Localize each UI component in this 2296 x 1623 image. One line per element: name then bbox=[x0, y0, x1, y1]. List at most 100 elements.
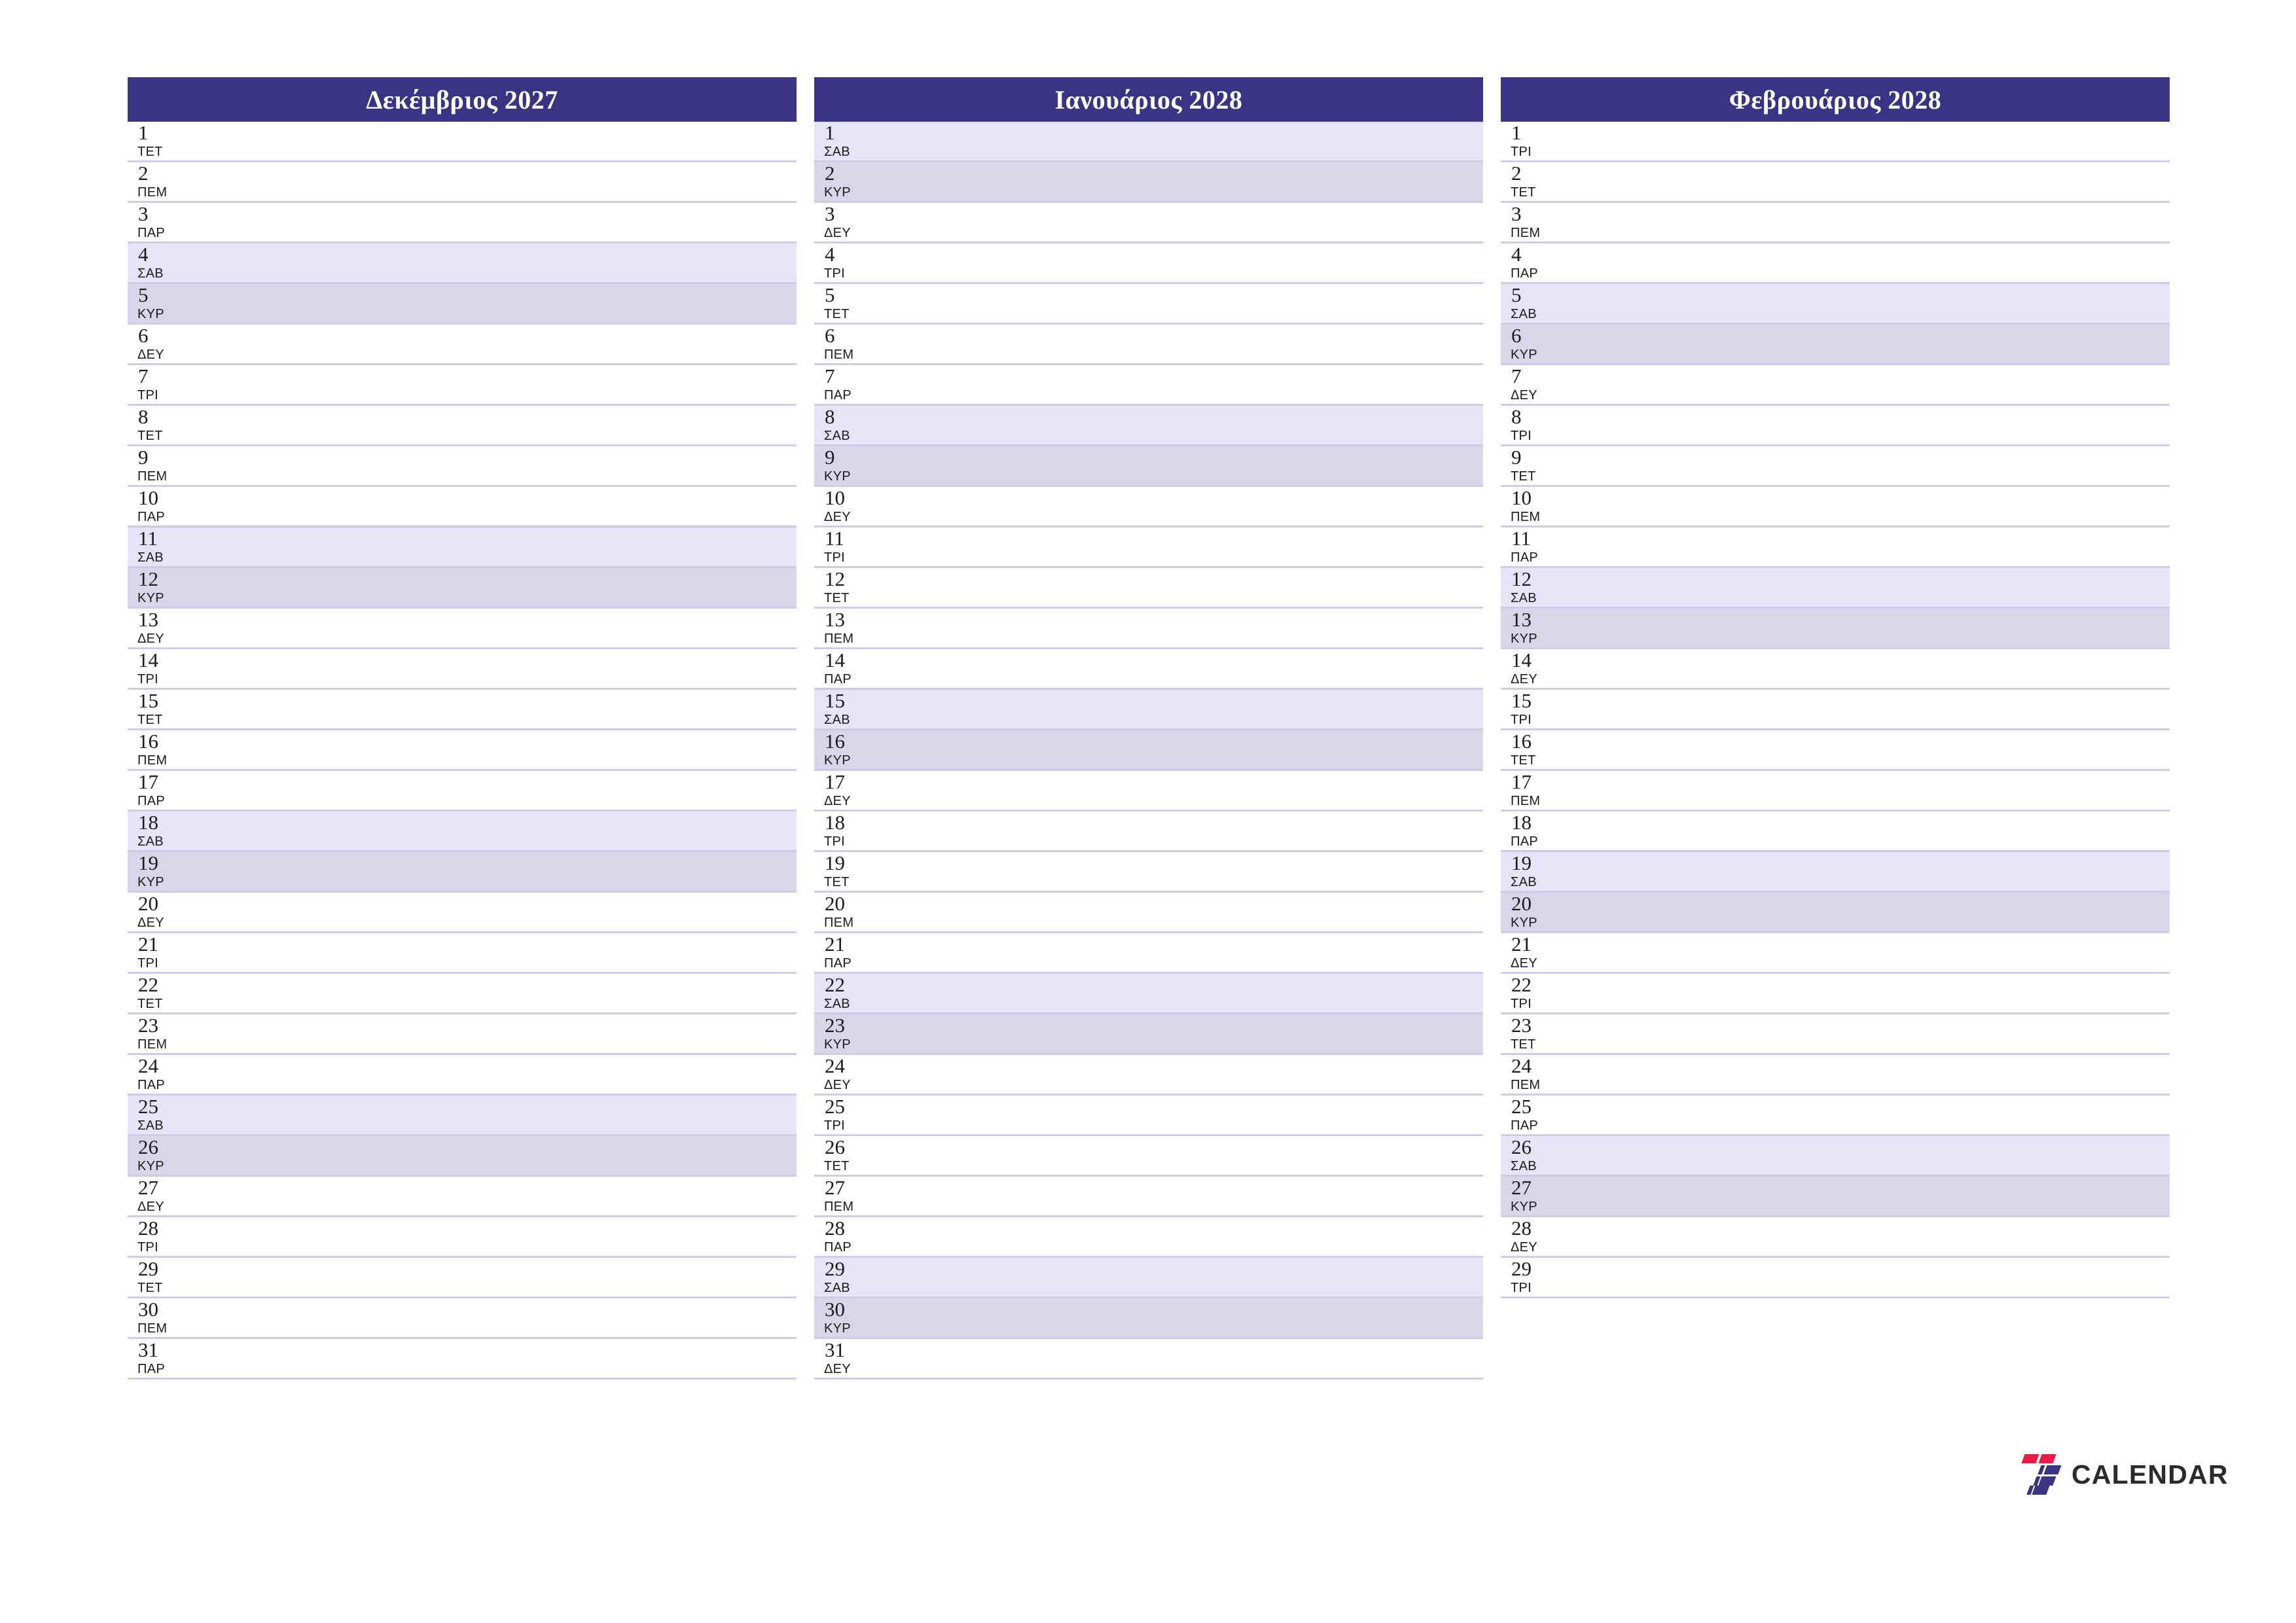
day-row[interactable]: 11 ΤΡΙ bbox=[814, 527, 1483, 568]
day-row[interactable]: 27 ΚΥΡ bbox=[1501, 1177, 2170, 1217]
day-row[interactable]: 19 ΚΥΡ bbox=[128, 852, 797, 893]
day-weekday-abbr: ΣΑΒ bbox=[1511, 875, 1537, 889]
day-row[interactable]: 7 ΠΑΡ bbox=[814, 365, 1483, 406]
day-row[interactable]: 17 ΠΕΜ bbox=[1501, 771, 2170, 812]
day-row[interactable]: 26 ΣΑΒ bbox=[1501, 1136, 2170, 1177]
day-row[interactable]: 1 ΤΕΤ bbox=[128, 122, 797, 162]
day-row[interactable]: 3 ΠΑΡ bbox=[128, 203, 797, 243]
day-row[interactable]: 18 ΣΑΒ bbox=[128, 812, 797, 852]
day-row[interactable]: 16 ΚΥΡ bbox=[814, 730, 1483, 771]
day-row[interactable]: 21 ΤΡΙ bbox=[128, 933, 797, 974]
day-row[interactable]: 6 ΚΥΡ bbox=[1501, 325, 2170, 365]
day-row[interactable]: 6 ΔΕΥ bbox=[128, 325, 797, 365]
day-row[interactable]: 28 ΤΡΙ bbox=[128, 1217, 797, 1258]
day-row[interactable]: 14 ΔΕΥ bbox=[1501, 649, 2170, 690]
day-row[interactable]: 23 ΠΕΜ bbox=[128, 1014, 797, 1055]
day-row[interactable]: 16 ΤΕΤ bbox=[1501, 730, 2170, 771]
day-row[interactable]: 17 ΠΑΡ bbox=[128, 771, 797, 812]
day-row[interactable]: 29 ΤΕΤ bbox=[128, 1258, 797, 1298]
day-row[interactable]: 30 ΚΥΡ bbox=[814, 1298, 1483, 1339]
day-row[interactable]: 31 ΠΑΡ bbox=[128, 1339, 797, 1380]
day-row[interactable]: 12 ΤΕΤ bbox=[814, 568, 1483, 609]
day-row[interactable]: 25 ΣΑΒ bbox=[128, 1096, 797, 1136]
day-row[interactable]: 14 ΠΑΡ bbox=[814, 649, 1483, 690]
day-row[interactable]: 2 ΤΕΤ bbox=[1501, 162, 2170, 203]
day-row[interactable]: 21 ΔΕΥ bbox=[1501, 933, 2170, 974]
day-row[interactable]: 22 ΣΑΒ bbox=[814, 974, 1483, 1014]
day-row[interactable]: 2 ΠΕΜ bbox=[128, 162, 797, 203]
day-row[interactable]: 20 ΚΥΡ bbox=[1501, 893, 2170, 933]
day-row[interactable]: 25 ΤΡΙ bbox=[814, 1096, 1483, 1136]
day-row[interactable]: 5 ΚΥΡ bbox=[128, 284, 797, 325]
day-row[interactable]: 13 ΔΕΥ bbox=[128, 609, 797, 649]
day-row[interactable]: 27 ΠΕΜ bbox=[814, 1177, 1483, 1217]
day-row[interactable]: 6 ΠΕΜ bbox=[814, 325, 1483, 365]
day-row[interactable]: 17 ΔΕΥ bbox=[814, 771, 1483, 812]
day-row[interactable]: 2 ΚΥΡ bbox=[814, 162, 1483, 203]
day-row[interactable]: 8 ΤΕΤ bbox=[128, 406, 797, 446]
day-row[interactable]: 20 ΠΕΜ bbox=[814, 893, 1483, 933]
day-weekday-abbr: ΤΕΤ bbox=[824, 307, 850, 321]
day-row[interactable]: 3 ΠΕΜ bbox=[1501, 203, 2170, 243]
day-row[interactable]: 18 ΤΡΙ bbox=[814, 812, 1483, 852]
day-row[interactable]: 26 ΤΕΤ bbox=[814, 1136, 1483, 1177]
day-row[interactable]: 23 ΤΕΤ bbox=[1501, 1014, 2170, 1055]
day-row[interactable]: 12 ΣΑΒ bbox=[1501, 568, 2170, 609]
day-row[interactable]: 31 ΔΕΥ bbox=[814, 1339, 1483, 1380]
day-row[interactable]: 25 ΠΑΡ bbox=[1501, 1096, 2170, 1136]
day-row[interactable]: 4 ΤΡΙ bbox=[814, 243, 1483, 284]
day-row[interactable]: 27 ΔΕΥ bbox=[128, 1177, 797, 1217]
day-row[interactable]: 9 ΤΕΤ bbox=[1501, 446, 2170, 487]
day-row[interactable]: 10 ΠΕΜ bbox=[1501, 487, 2170, 527]
day-row[interactable]: 5 ΣΑΒ bbox=[1501, 284, 2170, 325]
day-number: 19 bbox=[138, 851, 158, 874]
day-row[interactable]: 19 ΣΑΒ bbox=[1501, 852, 2170, 893]
day-row[interactable]: 24 ΠΑΡ bbox=[128, 1055, 797, 1096]
day-row[interactable]: 13 ΠΕΜ bbox=[814, 609, 1483, 649]
day-row[interactable]: 20 ΔΕΥ bbox=[128, 893, 797, 933]
day-row[interactable]: 22 ΤΡΙ bbox=[1501, 974, 2170, 1014]
day-row[interactable]: 7 ΤΡΙ bbox=[128, 365, 797, 406]
day-row[interactable]: 12 ΚΥΡ bbox=[128, 568, 797, 609]
day-row[interactable]: 15 ΤΡΙ bbox=[1501, 690, 2170, 730]
day-row[interactable]: 1 ΤΡΙ bbox=[1501, 122, 2170, 162]
day-row[interactable]: 28 ΔΕΥ bbox=[1501, 1217, 2170, 1258]
day-row[interactable]: 14 ΤΡΙ bbox=[128, 649, 797, 690]
day-row[interactable]: 24 ΔΕΥ bbox=[814, 1055, 1483, 1096]
day-row[interactable]: 15 ΤΕΤ bbox=[128, 690, 797, 730]
day-row[interactable]: 10 ΔΕΥ bbox=[814, 487, 1483, 527]
day-row[interactable]: 7 ΔΕΥ bbox=[1501, 365, 2170, 406]
day-row[interactable]: 19 ΤΕΤ bbox=[814, 852, 1483, 893]
day-row[interactable]: 29 ΤΡΙ bbox=[1501, 1258, 2170, 1298]
day-row[interactable]: 4 ΣΑΒ bbox=[128, 243, 797, 284]
day-row[interactable]: 9 ΠΕΜ bbox=[128, 446, 797, 487]
day-row[interactable]: 5 ΤΕΤ bbox=[814, 284, 1483, 325]
day-row[interactable]: 24 ΠΕΜ bbox=[1501, 1055, 2170, 1096]
day-row[interactable]: 3 ΔΕΥ bbox=[814, 203, 1483, 243]
day-row[interactable]: 16 ΠΕΜ bbox=[128, 730, 797, 771]
day-row[interactable]: 11 ΣΑΒ bbox=[128, 527, 797, 568]
day-row[interactable]: 10 ΠΑΡ bbox=[128, 487, 797, 527]
day-weekday-abbr: ΚΥΡ bbox=[824, 185, 851, 200]
day-row[interactable]: 13 ΚΥΡ bbox=[1501, 609, 2170, 649]
day-row[interactable]: 8 ΣΑΒ bbox=[814, 406, 1483, 446]
day-row[interactable]: 18 ΠΑΡ bbox=[1501, 812, 2170, 852]
day-row[interactable]: 23 ΚΥΡ bbox=[814, 1014, 1483, 1055]
day-weekday-abbr: ΚΥΡ bbox=[824, 1037, 851, 1052]
day-row[interactable]: 11 ΠΑΡ bbox=[1501, 527, 2170, 568]
day-number: 18 bbox=[825, 811, 845, 834]
day-row[interactable]: 9 ΚΥΡ bbox=[814, 446, 1483, 487]
day-weekday-abbr: ΤΕΤ bbox=[824, 591, 850, 605]
day-row[interactable]: 28 ΠΑΡ bbox=[814, 1217, 1483, 1258]
day-row[interactable]: 30 ΠΕΜ bbox=[128, 1298, 797, 1339]
day-row[interactable]: 29 ΣΑΒ bbox=[814, 1258, 1483, 1298]
day-row[interactable]: 1 ΣΑΒ bbox=[814, 122, 1483, 162]
day-row[interactable]: 15 ΣΑΒ bbox=[814, 690, 1483, 730]
day-row[interactable]: 22 ΤΕΤ bbox=[128, 974, 797, 1014]
day-row[interactable]: 4 ΠΑΡ bbox=[1501, 243, 2170, 284]
day-weekday-abbr: ΔΕΥ bbox=[1511, 672, 1537, 687]
day-number: 7 bbox=[1511, 365, 1522, 387]
day-row[interactable]: 21 ΠΑΡ bbox=[814, 933, 1483, 974]
day-row[interactable]: 26 ΚΥΡ bbox=[128, 1136, 797, 1177]
day-row[interactable]: 8 ΤΡΙ bbox=[1501, 406, 2170, 446]
